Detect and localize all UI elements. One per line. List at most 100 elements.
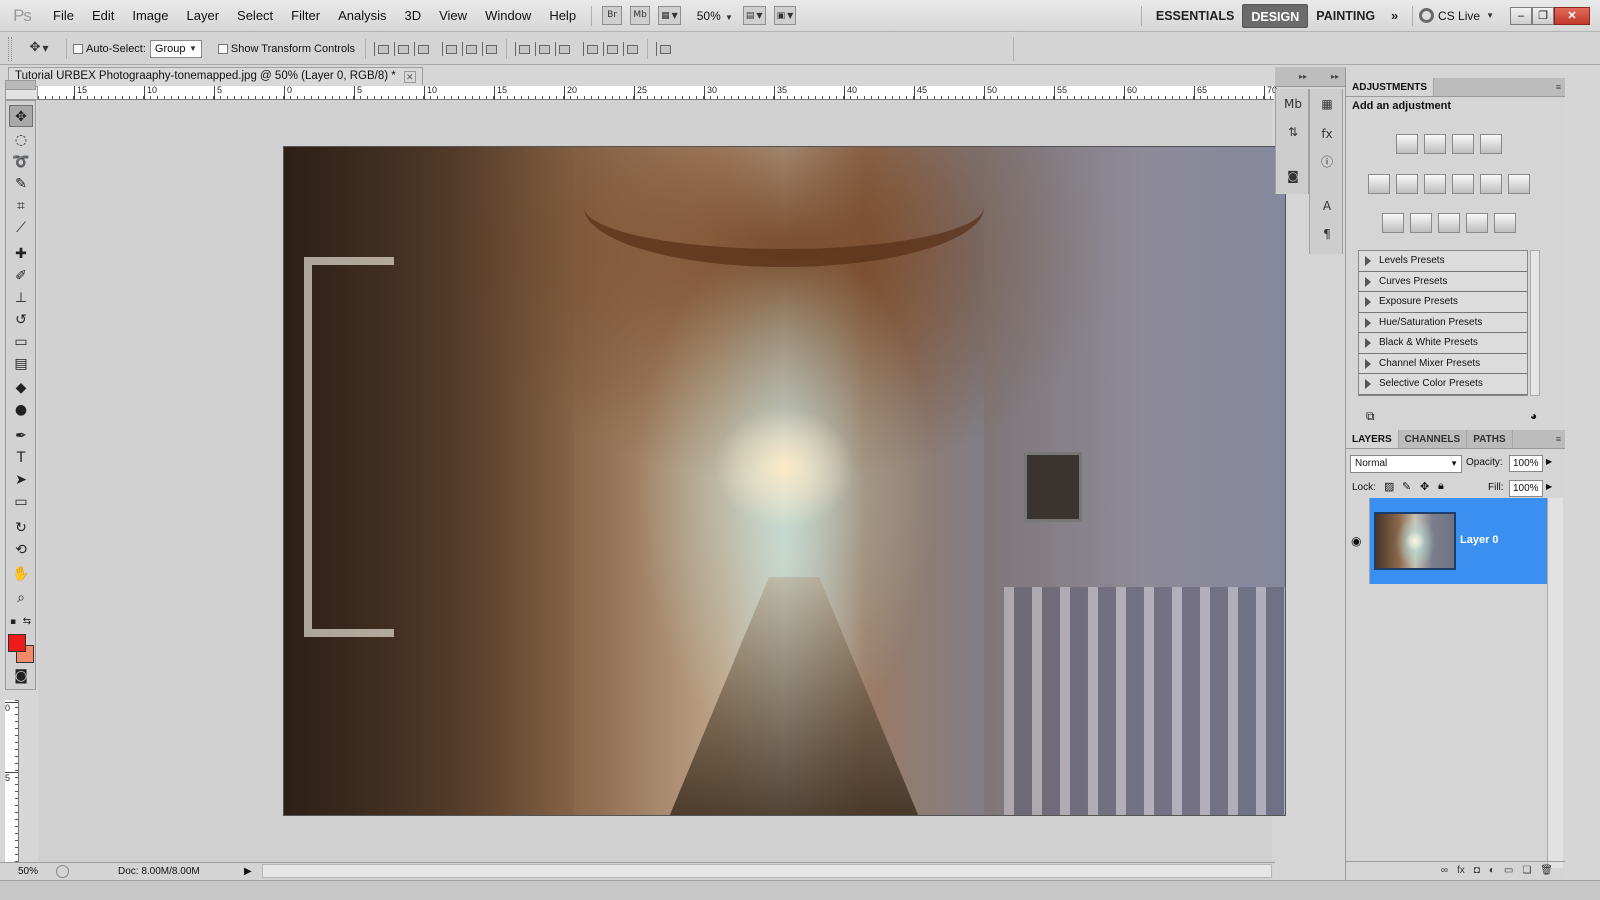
preset-item[interactable]: Channel Mixer Presets (1359, 353, 1527, 374)
layers-scrollbar[interactable] (1547, 498, 1563, 868)
new-adjustment-layer-icon[interactable]: ◐ (1489, 862, 1495, 879)
status-zoom-field[interactable]: 50% (18, 863, 38, 880)
workspace-essentials[interactable]: ESSENTIALS (1148, 4, 1243, 28)
menu-window[interactable]: Window (476, 0, 540, 32)
lasso-icon[interactable]: ➰ (9, 151, 33, 173)
document-tab[interactable]: Tutorial URBEX Photograaphy-tonemapped.j… (8, 67, 423, 85)
distribute-vertical-centers-icon[interactable] (535, 41, 551, 56)
dodge-icon[interactable]: ● (9, 399, 33, 421)
document-image[interactable] (283, 146, 1286, 816)
lock-image-icon[interactable]: ✎ (1402, 480, 1411, 493)
presets-scrollbar[interactable] (1530, 250, 1540, 396)
status-menu-arrow-icon[interactable]: ▶ (244, 863, 252, 880)
tools-panel-header[interactable] (5, 80, 36, 90)
preset-item[interactable]: Levels Presets (1359, 251, 1527, 272)
blend-mode-select[interactable]: Normal ▼ (1350, 455, 1462, 473)
more-workspaces-button[interactable]: » (1383, 4, 1406, 28)
align-top-edges-icon[interactable] (374, 41, 390, 56)
horizontal-ruler[interactable]: 15 10 5 0 5 10 15 20 25 30 35 40 45 50 5… (38, 86, 1277, 100)
vertical-ruler[interactable]: 0 5 (5, 700, 19, 862)
lock-all-icon[interactable]: 🔒︎ (1438, 480, 1444, 493)
menu-file[interactable]: File (44, 0, 83, 32)
pen-icon[interactable]: ✒ (9, 425, 33, 447)
screen-mode-button[interactable]: ▣ ▼ (773, 6, 797, 25)
quick-select-icon[interactable]: ✎ (9, 173, 33, 195)
gradient-map-icon[interactable] (1466, 213, 1488, 233)
type-icon[interactable]: T (9, 447, 33, 469)
history-icon[interactable]: ⇅ (1283, 123, 1303, 141)
layer-style-icon[interactable]: fx (1457, 862, 1465, 879)
new-layer-icon[interactable]: ❏ (1522, 862, 1531, 879)
3d-rotate-icon[interactable]: ↻ (9, 517, 33, 539)
styles-icon[interactable]: fx (1317, 125, 1337, 143)
launch-mini-bridge-button[interactable]: Mb (630, 6, 651, 25)
menu-select[interactable]: Select (228, 0, 282, 32)
3d-orbit-icon[interactable]: ⟲ (9, 539, 33, 561)
marquee-icon[interactable]: ◌ (9, 129, 33, 151)
minimize-button[interactable]: – (1510, 6, 1532, 25)
menu-filter[interactable]: Filter (282, 0, 329, 32)
clone-source-icon[interactable]: ◙ (1283, 167, 1303, 185)
eraser-icon[interactable]: ▭ (9, 331, 33, 353)
eyedropper-icon[interactable]: ⟋ (9, 217, 33, 239)
quick-mask-icon[interactable]: ◙ (9, 665, 33, 687)
options-bar-grip[interactable] (8, 36, 12, 61)
distribute-top-edges-icon[interactable] (515, 41, 531, 56)
auto-select-target-select[interactable]: Group ▼ (149, 39, 202, 58)
zoom-icon[interactable]: ⌕ (9, 587, 33, 609)
launch-bridge-button[interactable]: Br (602, 6, 623, 25)
exposure-icon[interactable] (1480, 134, 1502, 154)
brush-icon[interactable]: ✐ (9, 265, 33, 287)
preset-item[interactable]: Exposure Presets (1359, 292, 1527, 313)
path-select-icon[interactable]: ➤ (9, 469, 33, 491)
distribute-bottom-edges-icon[interactable] (555, 41, 571, 56)
menu-layer[interactable]: Layer (178, 0, 229, 32)
new-group-icon[interactable]: ▭ (1504, 862, 1513, 879)
tab-layers[interactable]: LAYERS (1346, 430, 1399, 448)
align-horizontal-centers-icon[interactable] (462, 41, 478, 56)
posterize-icon[interactable] (1410, 213, 1432, 233)
restore-button[interactable]: ❐ (1532, 6, 1554, 25)
tool-preset-picker[interactable]: ✥ ▼ (22, 39, 56, 58)
menu-edit[interactable]: Edit (83, 0, 123, 32)
fill-slider-arrow-icon[interactable]: ▶ (1546, 482, 1552, 491)
align-right-edges-icon[interactable] (482, 41, 498, 56)
panel-menu-icon[interactable]: ≡ (1556, 430, 1561, 449)
menu-view[interactable]: View (430, 0, 476, 32)
swatches-icon[interactable]: ▦ (1317, 95, 1337, 113)
crop-icon[interactable]: ⌗ (9, 195, 33, 217)
fill-field[interactable]: 100% (1509, 480, 1543, 497)
preset-item[interactable]: Black & White Presets (1359, 333, 1527, 354)
tab-adjustments[interactable]: ADJUSTMENTS (1346, 78, 1435, 96)
auto-select-checkbox[interactable] (73, 43, 83, 54)
workspace-design[interactable]: DESIGN (1242, 3, 1309, 28)
lock-position-icon[interactable]: ✥ (1420, 480, 1429, 493)
menu-image[interactable]: Image (123, 0, 177, 32)
paragraph-icon[interactable]: ¶ (1317, 225, 1337, 243)
info-icon[interactable]: ⓘ (1317, 153, 1337, 171)
invert-icon[interactable] (1382, 213, 1404, 233)
gradient-icon[interactable]: ▤ (9, 353, 33, 375)
distribute-left-edges-icon[interactable] (583, 41, 599, 56)
history-brush-icon[interactable]: ↺ (9, 309, 33, 331)
menu-help[interactable]: Help (540, 0, 585, 32)
align-left-edges-icon[interactable] (442, 41, 458, 56)
lock-transparency-icon[interactable]: ▨ (1384, 480, 1394, 493)
arrange-documents-button[interactable]: ▤ ▼ (742, 6, 766, 25)
zoom-level-select[interactable]: 50% ▼ (697, 9, 733, 23)
close-window-button[interactable]: ✕ (1554, 6, 1590, 25)
add-mask-icon[interactable]: ◘ (1474, 862, 1480, 879)
distribute-right-edges-icon[interactable] (623, 41, 639, 56)
tab-paths[interactable]: PATHS (1467, 430, 1513, 448)
brightness-contrast-icon[interactable] (1396, 134, 1418, 154)
horizontal-scrollbar[interactable] (262, 864, 1272, 878)
status-info-icon[interactable] (56, 865, 69, 878)
cs-live-menu[interactable]: CS Live ▼ (1419, 8, 1494, 23)
channel-mixer-icon[interactable] (1508, 174, 1530, 194)
opacity-field[interactable]: 100% (1509, 455, 1543, 472)
preset-item[interactable]: Curves Presets (1359, 271, 1527, 292)
menu-analysis[interactable]: Analysis (329, 0, 395, 32)
clip-to-layer-icon[interactable]: ⧉ (1366, 409, 1375, 424)
color-balance-icon[interactable] (1424, 174, 1446, 194)
eye-icon[interactable]: ◉ (1351, 534, 1361, 548)
